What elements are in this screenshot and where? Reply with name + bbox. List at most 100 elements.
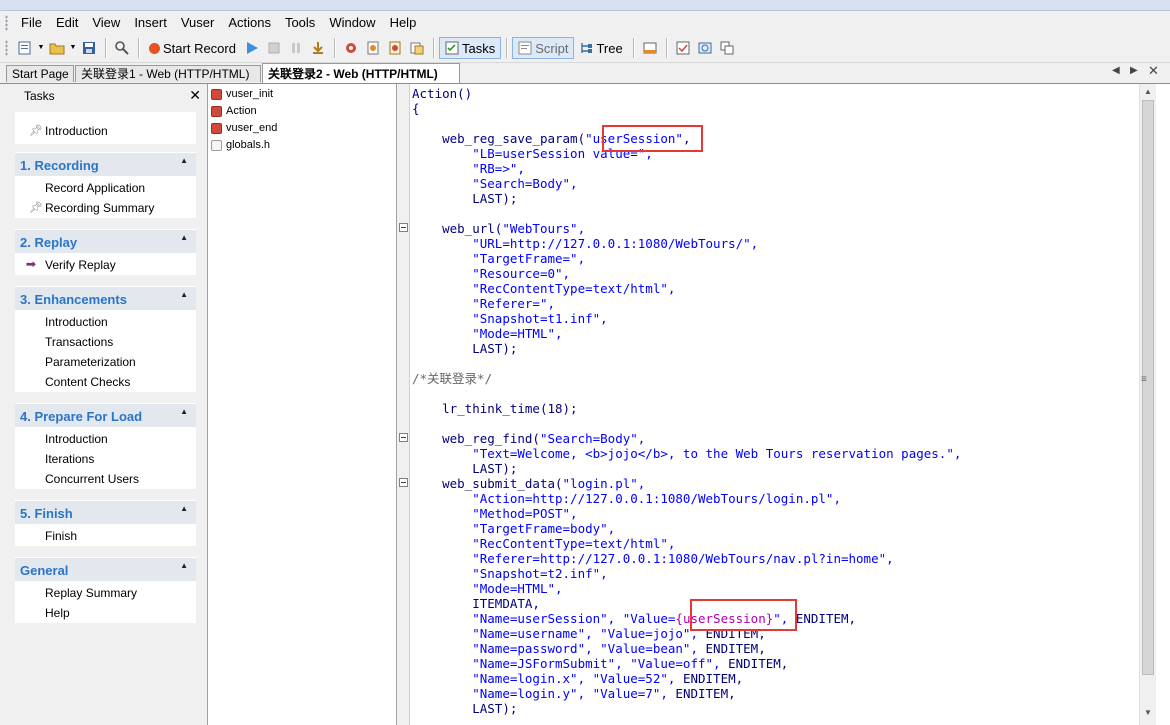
collapse-chevron-icon[interactable]: ▲ bbox=[180, 233, 188, 242]
run-time-settings-icon[interactable] bbox=[342, 39, 360, 57]
task-iterations[interactable]: Iterations bbox=[45, 452, 94, 466]
editor-vertical-scrollbar[interactable]: ▲ ▼ bbox=[1139, 84, 1157, 725]
code-line: LAST); bbox=[472, 461, 518, 476]
menu-edit[interactable]: Edit bbox=[49, 12, 85, 34]
menu-view[interactable]: View bbox=[85, 12, 127, 34]
save-icon[interactable] bbox=[80, 39, 98, 57]
toolbar-grip bbox=[5, 40, 8, 56]
tasks-pane-title: Tasks bbox=[24, 89, 55, 103]
start-record-button[interactable]: Start Record bbox=[144, 37, 241, 59]
task-replay-summary[interactable]: Replay Summary bbox=[45, 586, 137, 600]
toolbar-separator bbox=[665, 38, 667, 58]
tab-scroll-right-icon[interactable]: ▶ bbox=[1130, 65, 1138, 76]
fold-toggle-icon[interactable] bbox=[399, 478, 408, 487]
tree-icon bbox=[581, 43, 593, 53]
menu-window[interactable]: Window bbox=[322, 12, 382, 34]
menu-help[interactable]: Help bbox=[383, 12, 424, 34]
task-concurrent-users[interactable]: Concurrent Users bbox=[45, 472, 139, 486]
replay-log-icon[interactable] bbox=[386, 39, 404, 57]
find-icon[interactable] bbox=[113, 39, 131, 57]
task-recording-summary[interactable]: Recording Summary bbox=[45, 201, 154, 215]
task-finish[interactable]: Finish bbox=[45, 529, 77, 543]
toolbar-separator bbox=[105, 38, 106, 58]
close-icon[interactable]: ✕ bbox=[189, 87, 201, 104]
dropdown-arrow-icon[interactable]: ▼ bbox=[70, 39, 77, 57]
scroll-up-icon[interactable]: ▲ bbox=[1144, 87, 1152, 96]
section-replay-header[interactable]: 2. Replay ▲ bbox=[15, 229, 196, 253]
tree-item-action[interactable]: Action bbox=[211, 103, 257, 119]
task-transactions[interactable]: Transactions bbox=[45, 335, 113, 349]
fold-toggle-icon[interactable] bbox=[399, 433, 408, 442]
menu-actions[interactable]: Actions bbox=[221, 12, 278, 34]
menu-insert[interactable]: Insert bbox=[127, 12, 174, 34]
script-tree-pane: vuser_init Action vuser_end globals.h bbox=[208, 84, 397, 725]
section-recording-header[interactable]: 1. Recording ▲ bbox=[15, 152, 196, 176]
section-enhancements-header[interactable]: 3. Enhancements ▲ bbox=[15, 286, 196, 310]
menu-bar: File Edit View Insert Vuser Actions Tool… bbox=[0, 11, 1170, 34]
menu-file[interactable]: File bbox=[14, 12, 49, 34]
section-prepare-load-header[interactable]: 4. Prepare For Load ▲ bbox=[15, 403, 196, 427]
scroll-down-icon[interactable]: ▼ bbox=[1144, 708, 1152, 717]
collapse-chevron-icon[interactable]: ▲ bbox=[180, 156, 188, 165]
task-record-application[interactable]: Record Application bbox=[45, 181, 145, 195]
right-margin bbox=[1156, 84, 1170, 725]
breakpoint-icon[interactable] bbox=[364, 39, 382, 57]
task-help[interactable]: Help bbox=[45, 606, 70, 620]
task-enh-introduction[interactable]: Introduction bbox=[45, 315, 108, 329]
section-finish-header[interactable]: 5. Finish ▲ bbox=[15, 500, 196, 524]
test-results-icon[interactable] bbox=[674, 39, 692, 57]
code-line: "Referer=http://127.0.0.1:1080/WebTours/… bbox=[472, 551, 894, 566]
collapse-chevron-icon[interactable]: ▲ bbox=[180, 407, 188, 416]
task-load-introduction[interactable]: Introduction bbox=[45, 432, 108, 446]
window-title-bar bbox=[0, 0, 1170, 11]
tab-correlation-login-2[interactable]: 关联登录2 - Web (HTTP/HTML) bbox=[262, 63, 460, 83]
open-folder-icon[interactable] bbox=[48, 39, 66, 57]
code-line: lr_think_time(18); bbox=[442, 401, 578, 416]
menu-grip bbox=[5, 14, 8, 31]
step-icon[interactable] bbox=[309, 39, 327, 57]
code-line: "URL=http://127.0.0.1:1080/WebTours/", bbox=[472, 236, 759, 251]
section-general-header[interactable]: General ▲ bbox=[15, 557, 196, 581]
pause-icon[interactable] bbox=[287, 39, 305, 57]
parameter-list-icon[interactable] bbox=[408, 39, 426, 57]
tab-correlation-login-1[interactable]: 关联登录1 - Web (HTTP/HTML) bbox=[75, 65, 261, 82]
collapse-chevron-icon[interactable]: ▲ bbox=[180, 561, 188, 570]
tab-scroll-left-icon[interactable]: ◀ bbox=[1112, 65, 1120, 76]
code-line: LAST); bbox=[472, 191, 518, 206]
tab-start-page[interactable]: Start Page bbox=[6, 65, 74, 82]
code-editor[interactable]: Action() { web_reg_save_param("userSessi… bbox=[410, 84, 1138, 725]
task-introduction[interactable]: Introduction bbox=[45, 124, 108, 138]
code-line: "Action=http://127.0.0.1:1080/WebTours/l… bbox=[472, 491, 841, 506]
code-line: "Name=JSFormSubmit", "Value=off", ENDITE… bbox=[472, 656, 789, 671]
code-line: Action() bbox=[412, 86, 473, 101]
collapse-chevron-icon[interactable]: ▲ bbox=[180, 504, 188, 513]
menu-tools[interactable]: Tools bbox=[278, 12, 322, 34]
snapshot-icon[interactable] bbox=[696, 39, 714, 57]
tree-item-vuser-end[interactable]: vuser_end bbox=[211, 120, 277, 136]
toolbar: ▼ ▼ Start Record Tasks Script Tree bbox=[0, 34, 1170, 63]
code-line: "Name=login.x", "Value=52", ENDITEM, bbox=[472, 671, 744, 686]
task-content-checks[interactable]: Content Checks bbox=[45, 375, 130, 389]
new-script-icon[interactable] bbox=[16, 39, 34, 57]
script-icon bbox=[518, 41, 532, 55]
task-parameterization[interactable]: Parameterization bbox=[45, 355, 136, 369]
tree-item-vuser-init[interactable]: vuser_init bbox=[211, 86, 273, 102]
code-line: "RecContentType=text/html", bbox=[472, 536, 676, 551]
tasks-pane: Tasks ✕ 📌︎ Introduction 1. Recording ▲ R… bbox=[0, 84, 208, 725]
tree-item-globals[interactable]: globals.h bbox=[211, 137, 270, 153]
output-window-icon[interactable] bbox=[641, 39, 659, 57]
tree-view-button[interactable]: Tree bbox=[574, 37, 627, 59]
script-view-button[interactable]: Script bbox=[512, 37, 575, 59]
compare-icon[interactable] bbox=[718, 39, 736, 57]
collapse-chevron-icon[interactable]: ▲ bbox=[180, 290, 188, 299]
stop-icon[interactable] bbox=[265, 39, 283, 57]
tasks-toggle-button[interactable]: Tasks bbox=[438, 37, 502, 59]
fold-toggle-icon[interactable] bbox=[399, 223, 408, 232]
dropdown-arrow-icon[interactable]: ▼ bbox=[38, 39, 45, 57]
scrollbar-thumb[interactable] bbox=[1142, 100, 1154, 675]
menu-vuser[interactable]: Vuser bbox=[174, 12, 221, 34]
play-icon[interactable] bbox=[243, 39, 261, 57]
tab-close-icon[interactable]: ✕ bbox=[1148, 63, 1159, 79]
splitter-grip-icon[interactable]: ≡ bbox=[1141, 374, 1147, 385]
task-verify-replay[interactable]: Verify Replay bbox=[45, 258, 116, 272]
